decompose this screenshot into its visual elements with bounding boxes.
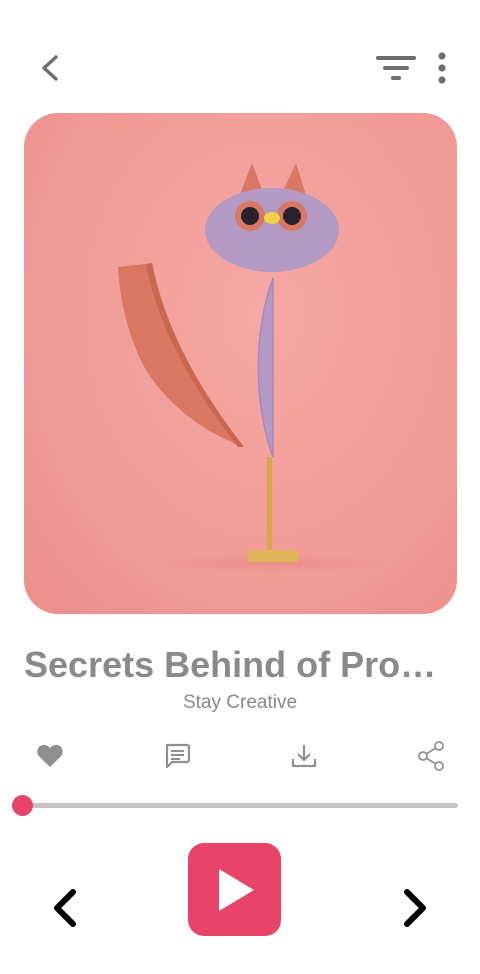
paper-cat-illustration (118, 163, 389, 573)
filter-icon (376, 56, 416, 80)
share-button[interactable] (407, 732, 455, 780)
chevron-left-icon (54, 889, 76, 927)
chevron-left-icon (42, 55, 58, 81)
progress-thumb[interactable] (12, 795, 33, 816)
more-vertical-icon (438, 52, 446, 84)
download-button[interactable] (280, 732, 328, 780)
back-button[interactable] (26, 44, 74, 92)
comment-button[interactable] (153, 732, 201, 780)
download-icon (291, 745, 317, 768)
progress-track (12, 803, 458, 808)
track-title: Secrets Behind of Productivity (24, 644, 457, 685)
album-artwork (24, 113, 457, 614)
play-icon (218, 868, 254, 911)
filter-button[interactable] (372, 44, 420, 92)
progress-slider[interactable] (12, 794, 458, 816)
chevron-right-icon (404, 889, 426, 927)
play-button[interactable] (188, 843, 281, 936)
share-icon (418, 741, 444, 771)
more-options-button[interactable] (424, 44, 460, 92)
next-button[interactable] (388, 880, 444, 936)
player-screen: Secrets Behind of Productivity Stay Crea… (0, 0, 480, 974)
track-artist: Stay Creative (182, 692, 298, 713)
previous-button[interactable] (36, 880, 92, 936)
heart-icon (37, 744, 63, 767)
comment-icon (165, 743, 191, 769)
like-button[interactable] (26, 732, 74, 780)
